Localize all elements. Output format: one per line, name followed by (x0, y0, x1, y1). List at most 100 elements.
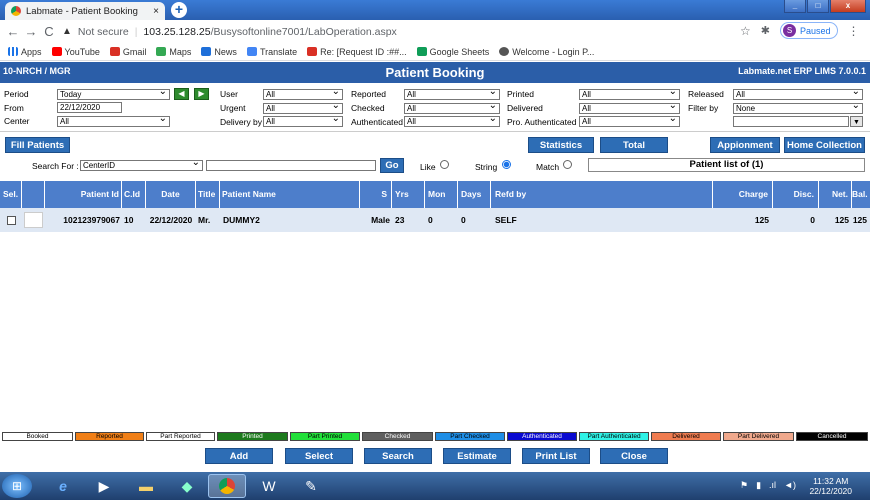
reported-select[interactable]: All (404, 87, 500, 100)
bookmark-maps[interactable]: Maps (156, 47, 191, 57)
period-select[interactable]: Today (57, 87, 170, 100)
printed-select[interactable]: All (579, 87, 680, 100)
delivered-select[interactable]: All (579, 101, 680, 114)
col-bal[interactable]: Bal. (852, 181, 870, 208)
col-title[interactable]: Title (196, 181, 220, 208)
forward-icon[interactable]: → (22, 24, 40, 39)
search-input[interactable] (206, 160, 376, 171)
go-button[interactable]: Go (380, 158, 404, 173)
released-select[interactable]: All (733, 87, 863, 100)
cell-disc: 0 (810, 215, 815, 225)
add-button[interactable]: Add (205, 448, 273, 464)
appointment-button[interactable]: Appionment (710, 137, 780, 153)
urgent-select[interactable]: All (263, 101, 343, 114)
col-charge[interactable]: Charge (713, 181, 773, 208)
network-icon[interactable]: ▮ (756, 480, 761, 491)
col-mon[interactable]: Mon (425, 181, 458, 208)
new-tab-button[interactable]: + (171, 2, 187, 18)
col-date[interactable]: Date (146, 181, 196, 208)
cell-title: Mr. (198, 215, 211, 225)
bookmark-welcome[interactable]: Welcome - Login P... (499, 47, 594, 57)
prev-day-button[interactable]: ◀ (174, 88, 189, 100)
window-controls: _ □ x (784, 0, 866, 13)
signal-icon[interactable]: .ıl (769, 480, 776, 491)
col-patient-name[interactable]: Patient Name (220, 181, 360, 208)
filter-value-input[interactable] (733, 116, 849, 127)
clock[interactable]: 11:32 AM 22/12/2020 (809, 476, 852, 496)
delivery-by-select[interactable]: All (263, 114, 343, 127)
match-radio[interactable] (563, 160, 572, 169)
bookmark-youtube[interactable]: YouTube (51, 47, 100, 57)
col-cid[interactable]: C.Id (122, 181, 146, 208)
print-list-button[interactable]: Print List (522, 448, 590, 464)
table-row[interactable]: 102123979067 10 22/12/2020 Mr. DUMMY2 Ma… (0, 208, 870, 232)
bookmark-translate[interactable]: Translate (246, 47, 297, 57)
filter-by-label: Filter by (688, 103, 719, 113)
from-label: From (4, 103, 24, 113)
volume-icon[interactable]: ◄) (784, 480, 796, 491)
select-button[interactable]: Select (285, 448, 353, 464)
bookmark-apps[interactable]: Apps (8, 47, 42, 57)
filter-by-select[interactable]: None (733, 101, 863, 114)
start-button[interactable]: ⊞ (2, 474, 32, 498)
total-button[interactable]: Total (600, 137, 668, 153)
from-date-input[interactable]: 22/12/2020 (57, 102, 122, 113)
center-select[interactable]: All (57, 114, 170, 127)
media-player-icon[interactable]: ▶ (85, 474, 123, 498)
bookmark-request[interactable]: Re: [Request ID :##... (307, 47, 407, 57)
col-net[interactable]: Net. (819, 181, 852, 208)
minimize-icon[interactable]: _ (784, 0, 806, 13)
flag-icon[interactable]: ⚑ (740, 480, 748, 491)
col-patient-id[interactable]: Patient Id (45, 181, 122, 208)
bookmark-gmail[interactable]: Gmail (109, 47, 146, 57)
legend-cancelled: Cancelled (796, 432, 868, 441)
star-icon[interactable]: ☆ (740, 24, 751, 38)
menu-icon[interactable]: ⋮ (848, 24, 860, 38)
legend-part-printed: Part Printed (290, 432, 360, 441)
row-select-checkbox[interactable] (7, 216, 16, 225)
estimate-button[interactable]: Estimate (443, 448, 511, 464)
bookmarks-bar: Apps YouTube Gmail Maps News Translate R… (0, 43, 870, 61)
file-explorer-icon[interactable]: ▬ (127, 474, 165, 498)
gmail-icon (109, 47, 120, 56)
back-icon[interactable]: ← (4, 24, 22, 39)
internet-explorer-icon[interactable]: e (44, 474, 82, 498)
checked-select[interactable]: All (404, 101, 500, 114)
omnibox[interactable]: ▲ Not secure | 103.25.128.25/Busysoftonl… (62, 22, 397, 41)
patient-list-count: Patient list of (1) (588, 158, 865, 172)
next-day-button[interactable]: ▶ (194, 88, 209, 100)
search-field-select[interactable]: CenterID (80, 158, 203, 171)
col-sex[interactable]: S (360, 181, 392, 208)
filter-dropdown-button[interactable]: ▼ (850, 116, 863, 127)
col-days[interactable]: Days (458, 181, 491, 208)
authenticated-select[interactable]: All (404, 114, 500, 127)
bookmark-sheets[interactable]: Google Sheets (416, 47, 489, 57)
statistics-button[interactable]: Statistics (528, 137, 594, 153)
close-window-icon[interactable]: x (830, 0, 866, 13)
legend-printed: Printed (217, 432, 288, 441)
like-radio[interactable] (440, 160, 449, 169)
close-button[interactable]: Close (600, 448, 668, 464)
user-select[interactable]: All (263, 87, 343, 100)
profile-button[interactable]: S Paused (779, 22, 838, 39)
app-icon[interactable]: ✎ (292, 474, 330, 498)
folder-icon[interactable]: ◆ (168, 474, 206, 498)
legend-part-delivered: Part Delivered (723, 432, 794, 441)
reload-icon[interactable]: C (40, 24, 58, 39)
word-icon[interactable]: W (250, 474, 288, 498)
chrome-taskbar-icon[interactable] (208, 474, 246, 498)
maximize-icon[interactable]: □ (807, 0, 829, 13)
search-button[interactable]: Search (364, 448, 432, 464)
browser-tab[interactable]: Labmate - Patient Booking × (5, 2, 165, 20)
bookmark-news[interactable]: News (201, 47, 237, 57)
fill-patients-button[interactable]: Fill Patients (5, 137, 70, 153)
close-tab-icon[interactable]: × (153, 6, 159, 17)
col-yrs[interactable]: Yrs (392, 181, 425, 208)
url-host: 103.25.128.25 (143, 25, 211, 38)
col-refd-by[interactable]: Refd by (491, 181, 713, 208)
string-label: String (475, 162, 498, 172)
pro-authenticated-select[interactable]: All (579, 114, 680, 127)
string-radio[interactable] (502, 160, 511, 169)
extensions-icon[interactable]: ✱ (761, 24, 770, 37)
home-collection-button[interactable]: Home Collection (784, 137, 865, 153)
